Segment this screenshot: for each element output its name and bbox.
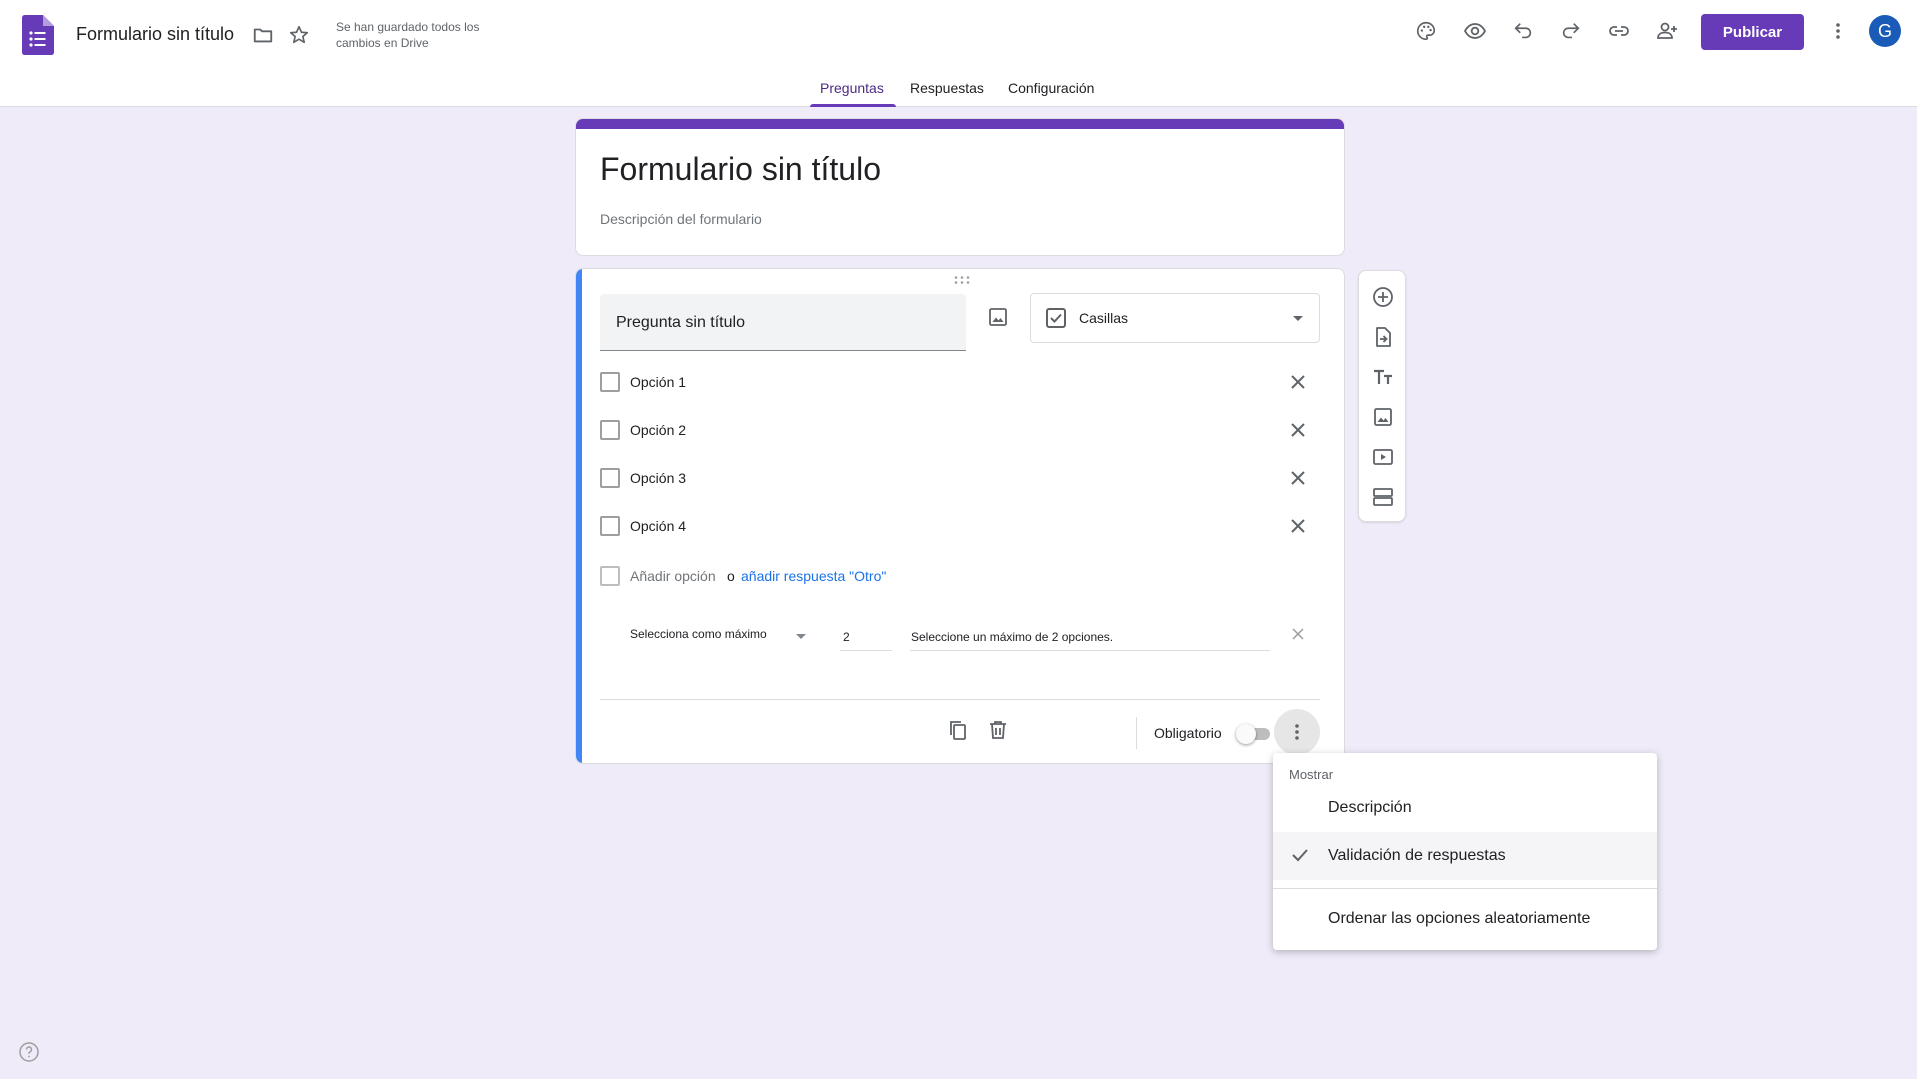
validation-number-value: 2 (843, 630, 850, 644)
add-option-input[interactable]: Añadir opción (630, 568, 716, 584)
option-label[interactable]: Opción 2 (630, 422, 686, 438)
folder-icon[interactable] (249, 21, 277, 49)
menu-item-label: Ordenar las opciones aleatoriamente (1328, 910, 1591, 927)
remove-option-icon[interactable] (1286, 370, 1310, 394)
toggle-thumb (1236, 724, 1256, 744)
remove-validation-icon[interactable] (1289, 625, 1307, 643)
question-more-button[interactable] (1274, 709, 1320, 755)
avatar[interactable]: G (1869, 15, 1901, 47)
question-title-input[interactable]: Pregunta sin título (600, 294, 966, 351)
question-type-select[interactable]: Casillas (1030, 293, 1320, 343)
validation-error-text: Seleccione un máximo de 2 opciones. (911, 630, 1114, 644)
save-status: Se han guardado todos los cambios en Dri… (336, 20, 480, 50)
menu-item-description[interactable]: Descripción (1273, 784, 1657, 832)
add-collaborator-icon[interactable] (1653, 17, 1681, 45)
tab-bar: Preguntas Respuestas Configuración (0, 74, 1917, 107)
option-row: Opción 4 (600, 511, 1320, 541)
option-label[interactable]: Opción 3 (630, 470, 686, 486)
required-toggle[interactable] (1236, 723, 1272, 744)
add-video-icon[interactable] (1371, 445, 1395, 469)
required-label: Obligatorio (1154, 725, 1222, 741)
dropdown-arrow-icon (1293, 316, 1303, 321)
menu-item-label: Validación de respuestas (1328, 847, 1506, 864)
add-question-icon[interactable] (1371, 285, 1395, 309)
drag-handle-icon[interactable] (953, 275, 971, 285)
menu-item-response-validation[interactable]: Validación de respuestas (1273, 832, 1657, 880)
active-tab-indicator (810, 104, 896, 107)
check-icon (1292, 849, 1308, 862)
response-validation-row: Selecciona como máximo 2 Seleccione un m… (600, 619, 1320, 659)
remove-option-icon[interactable] (1286, 514, 1310, 538)
checkbox-type-icon (1046, 308, 1066, 328)
question-type-label: Casillas (1079, 310, 1129, 326)
tab-questions[interactable]: Preguntas (820, 80, 884, 107)
validation-rule-arrow-icon[interactable] (796, 634, 806, 639)
add-option-checkbox (600, 566, 620, 586)
validation-number-input[interactable]: 2 (840, 621, 892, 651)
option-row: Opción 1 (600, 367, 1320, 397)
question-options-menu: Mostrar Descripción Validación de respue… (1273, 753, 1657, 950)
remove-option-icon[interactable] (1286, 466, 1310, 490)
duplicate-icon[interactable] (946, 718, 970, 742)
card-accent-bar (576, 119, 1344, 129)
publish-button[interactable]: Publicar (1701, 14, 1804, 50)
add-section-icon[interactable] (1371, 485, 1395, 509)
more-vert-icon[interactable] (1824, 17, 1852, 45)
menu-divider (1273, 888, 1657, 889)
question-title-text: Pregunta sin título (616, 314, 745, 331)
form-title[interactable]: Formulario sin título (600, 151, 881, 188)
form-description-input[interactable]: Descripción del formulario (600, 211, 762, 227)
import-questions-icon[interactable] (1371, 325, 1395, 349)
footer-separator (1136, 717, 1137, 749)
option-checkbox (600, 468, 620, 488)
menu-item-label: Descripción (1328, 799, 1412, 816)
more-vert-icon (1295, 724, 1299, 740)
question-card: Pregunta sin título Casillas Opción 1 Op… (575, 268, 1345, 764)
document-title[interactable]: Formulario sin título (76, 24, 234, 45)
palette-icon[interactable] (1412, 17, 1440, 45)
undo-icon[interactable] (1509, 17, 1537, 45)
active-card-indicator (576, 269, 582, 763)
app-header: Formulario sin título Se han guardado to… (0, 0, 1917, 107)
add-image-icon[interactable] (1371, 405, 1395, 429)
option-row: Opción 3 (600, 463, 1320, 493)
validation-error-input[interactable]: Seleccione un máximo de 2 opciones. (910, 621, 1270, 651)
floating-toolbar (1358, 270, 1406, 522)
option-checkbox (600, 516, 620, 536)
star-icon[interactable] (285, 21, 313, 49)
forms-logo-icon[interactable] (22, 15, 54, 55)
option-label[interactable]: Opción 4 (630, 518, 686, 534)
remove-option-icon[interactable] (1286, 418, 1310, 442)
tab-settings[interactable]: Configuración (1008, 80, 1094, 107)
or-text: o (727, 568, 735, 584)
menu-header: Mostrar (1289, 767, 1334, 782)
add-option-row: Añadir opción o añadir respuesta "Otro" (600, 561, 1320, 591)
add-image-icon[interactable] (986, 305, 1010, 329)
add-other-link[interactable]: añadir respuesta "Otro" (741, 568, 886, 584)
help-icon[interactable] (18, 1041, 40, 1063)
option-row: Opción 2 (600, 415, 1320, 445)
option-checkbox (600, 372, 620, 392)
menu-item-shuffle-options[interactable]: Ordenar las opciones aleatoriamente (1273, 895, 1657, 943)
delete-icon[interactable] (986, 718, 1010, 742)
add-title-icon[interactable] (1371, 365, 1395, 389)
option-label[interactable]: Opción 1 (630, 374, 686, 390)
redo-icon[interactable] (1557, 17, 1585, 45)
option-checkbox (600, 420, 620, 440)
link-icon[interactable] (1605, 17, 1633, 45)
form-title-card: Formulario sin título Descripción del fo… (575, 118, 1345, 256)
validation-rule-select[interactable]: Selecciona como máximo (630, 627, 767, 641)
tab-responses[interactable]: Respuestas (910, 80, 984, 107)
preview-eye-icon[interactable] (1461, 17, 1489, 45)
footer-divider (600, 699, 1320, 700)
